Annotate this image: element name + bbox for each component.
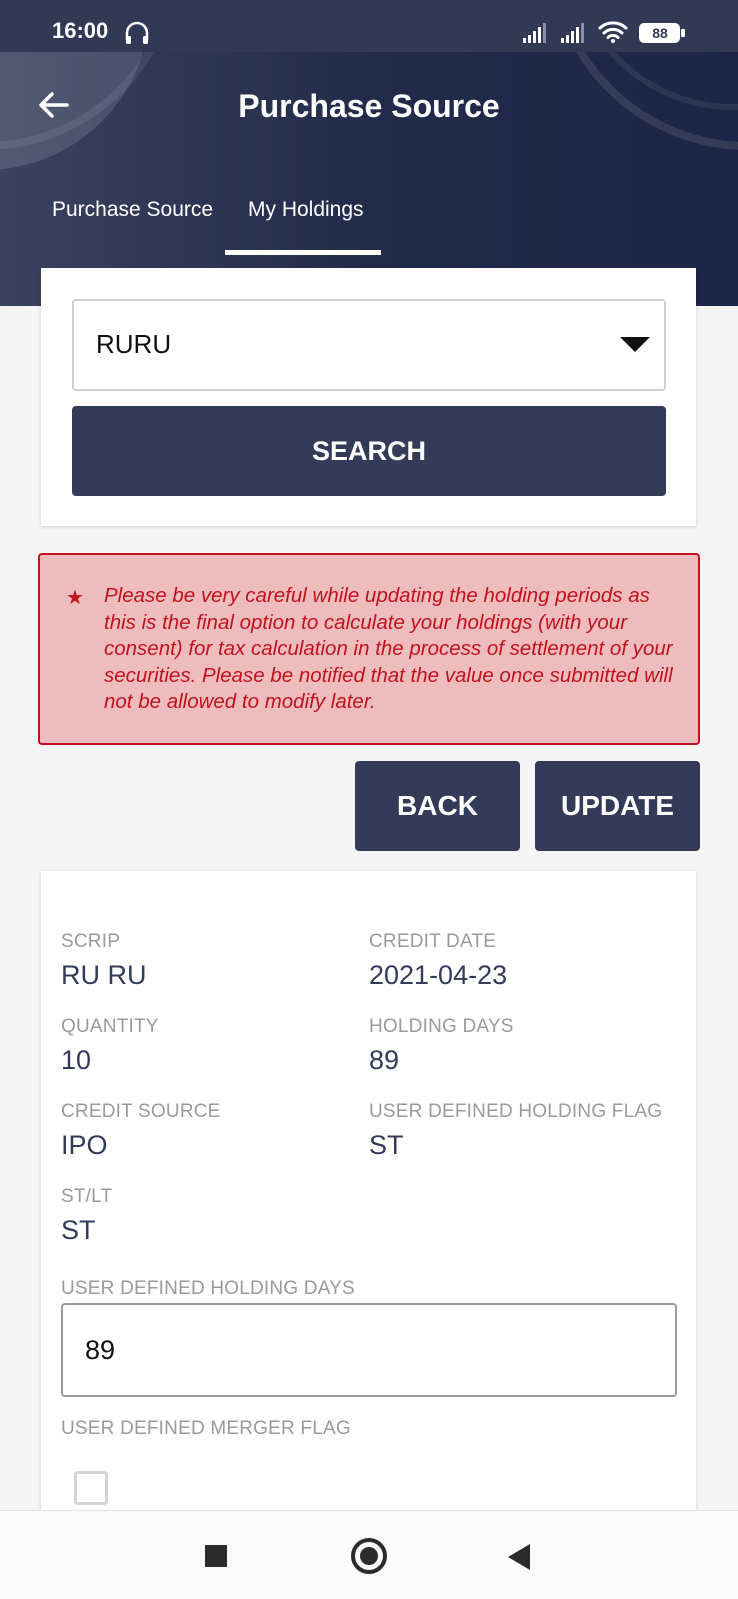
back-button[interactable]: BACK bbox=[355, 761, 520, 851]
user-holding-days-value: 89 bbox=[85, 1335, 116, 1365]
home-icon-inner bbox=[360, 1547, 378, 1565]
signal-icon bbox=[523, 23, 546, 43]
back-nav-icon[interactable] bbox=[508, 1544, 530, 1570]
tab-purchase-source[interactable]: Purchase Source bbox=[52, 198, 213, 222]
merger-flag-label: USER DEFINED MERGER FLAG bbox=[61, 1418, 351, 1439]
credit-date-label: CREDIT DATE bbox=[369, 931, 497, 952]
recents-icon[interactable] bbox=[205, 1545, 227, 1567]
active-tab-indicator bbox=[225, 250, 381, 255]
credit-source-value: IPO bbox=[61, 1130, 108, 1160]
wifi-icon bbox=[598, 21, 628, 43]
page-title: Purchase Source bbox=[238, 88, 500, 124]
merger-flag-checkbox[interactable] bbox=[74, 1471, 108, 1505]
star-icon: ★ bbox=[66, 587, 84, 609]
status-time: 16:00 bbox=[52, 18, 109, 43]
credit-source-label: CREDIT SOURCE bbox=[61, 1101, 221, 1122]
battery-level: 88 bbox=[652, 25, 668, 41]
system-nav-bar bbox=[0, 1510, 738, 1599]
search-card: RURU SEARCH bbox=[41, 268, 696, 526]
warning-text: Please be very careful while updating th… bbox=[104, 584, 673, 713]
tab-my-holdings[interactable]: My Holdings bbox=[248, 198, 364, 222]
credit-date-value: 2021-04-23 bbox=[369, 960, 508, 990]
holding-details-card: SCRIP RU RU CREDIT DATE 2021-04-23 QUANT… bbox=[41, 871, 696, 1511]
chevron-down-icon bbox=[620, 337, 650, 352]
scrip-select-value: RURU bbox=[96, 329, 172, 359]
headset-icon bbox=[125, 21, 149, 44]
home-icon[interactable] bbox=[351, 1538, 387, 1574]
update-button[interactable]: UPDATE bbox=[535, 761, 700, 851]
holding-days-label: HOLDING DAYS bbox=[369, 1016, 514, 1037]
quantity-value: 10 bbox=[61, 1045, 92, 1075]
search-button[interactable]: SEARCH bbox=[72, 406, 666, 496]
status-bar: 16:00 88 bbox=[0, 0, 738, 52]
quantity-label: QUANTITY bbox=[61, 1016, 159, 1037]
st-lt-value: ST bbox=[61, 1215, 96, 1245]
user-holding-days-input[interactable]: 89 bbox=[61, 1303, 677, 1397]
st-lt-label: ST/LT bbox=[61, 1186, 113, 1207]
user-holding-flag-label: USER DEFINED HOLDING FLAG bbox=[369, 1101, 663, 1122]
user-holding-flag-value: ST bbox=[369, 1130, 404, 1160]
user-holding-days-label: USER DEFINED HOLDING DAYS bbox=[61, 1278, 355, 1299]
warning-notice: ★ Please be very careful while updating … bbox=[38, 553, 700, 745]
scrip-value: RU RU bbox=[61, 960, 147, 990]
signal-icon bbox=[561, 23, 584, 43]
scrip-label: SCRIP bbox=[61, 931, 121, 952]
holding-days-value: 89 bbox=[369, 1045, 400, 1075]
scrip-select[interactable]: RURU bbox=[72, 299, 666, 391]
